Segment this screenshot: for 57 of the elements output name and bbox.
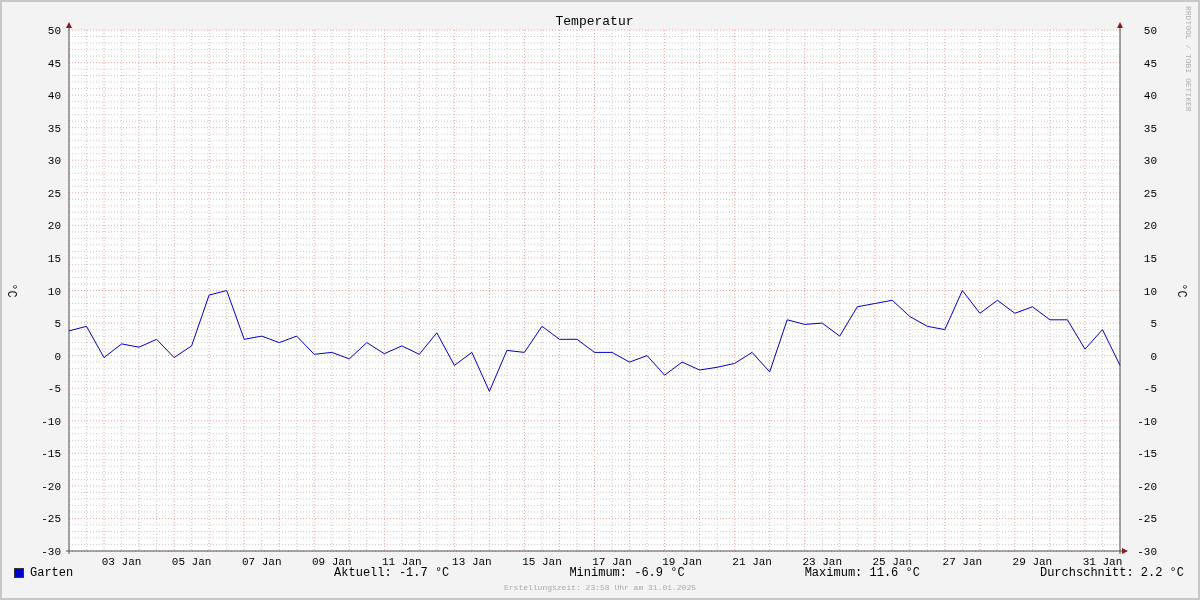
y-tick-label: -15	[41, 448, 61, 461]
y-tick-label: -25	[1137, 513, 1157, 526]
x-tick-label: 05 Jan	[171, 556, 212, 568]
x-tick-label: 11 Jan	[382, 556, 422, 568]
x-tick-label: 31 Jan	[1082, 556, 1123, 568]
legend-stat: Durchschnitt: 2.2 °C	[1039, 566, 1184, 580]
y-tick-label: 0	[1150, 350, 1157, 363]
x-tick-label: 09 Jan	[311, 556, 352, 568]
x-tick-label: 25 Jan	[872, 556, 913, 568]
y-tick-label: 10	[1143, 285, 1157, 298]
y-tick-label: -10	[1137, 415, 1157, 428]
y-tick-label: 45	[1143, 57, 1157, 70]
y-tick-label: -5	[47, 383, 61, 396]
legend-stat: Maximum: 11.6 °C	[804, 566, 920, 580]
x-tick-label: 23 Jan	[802, 556, 842, 568]
y-tick-label: 0	[54, 350, 61, 363]
y-tick-label: -30	[1137, 546, 1157, 558]
x-tick-label: 21 Jan	[732, 556, 772, 568]
y-tick-label: 35	[1143, 122, 1157, 135]
x-tick-label: 07 Jan	[241, 556, 282, 568]
y-tick-label: 15	[1143, 252, 1157, 265]
y-tick-label: 5	[1150, 318, 1157, 331]
y-tick-label: 30	[1143, 155, 1157, 168]
y-tick-label: -20	[41, 480, 61, 493]
y-tick-label: 50	[1143, 25, 1157, 37]
y-tick-label: -25	[41, 513, 61, 526]
x-tick-label: 13 Jan	[452, 556, 492, 568]
y-axis-label: °C	[1174, 283, 1188, 298]
x-tick-label: 17 Jan	[592, 556, 632, 568]
y-tick-label: -15	[1137, 448, 1157, 461]
y-tick-label: 20	[47, 220, 61, 233]
x-tick-label: 15 Jan	[522, 556, 562, 568]
y-tick-label: -10	[41, 415, 61, 428]
y-tick-label: 30	[47, 155, 61, 168]
x-tick-label: 27 Jan	[942, 556, 983, 568]
y-tick-label: 25	[1143, 187, 1157, 200]
y-tick-label: 15	[47, 252, 61, 265]
y-tick-label: 20	[1143, 220, 1157, 233]
legend-label: Garten	[30, 566, 74, 580]
x-tick-label: 03 Jan	[101, 556, 142, 568]
y-axis-label: °C	[4, 283, 18, 298]
y-tick-label: -5	[1143, 383, 1157, 396]
y-tick-label: -30	[41, 546, 61, 558]
legend-stat: Aktuell: -1.7 °C	[334, 566, 450, 580]
chart-title: Temperatur	[555, 14, 634, 29]
y-tick-label: 40	[1143, 90, 1157, 103]
legend-stat: Minimum: -6.9 °C	[569, 566, 685, 580]
y-tick-label: 10	[47, 285, 61, 298]
y-tick-label: 40	[47, 90, 61, 103]
y-tick-label: 5	[54, 318, 61, 331]
y-tick-label: 50	[47, 25, 61, 37]
y-tick-label: 45	[47, 57, 61, 70]
y-tick-label: 35	[47, 122, 61, 135]
x-tick-label: 19 Jan	[662, 556, 702, 568]
y-tick-label: 25	[47, 187, 61, 200]
y-tick-label: -20	[1137, 480, 1157, 493]
x-tick-label: 29 Jan	[1012, 556, 1053, 568]
